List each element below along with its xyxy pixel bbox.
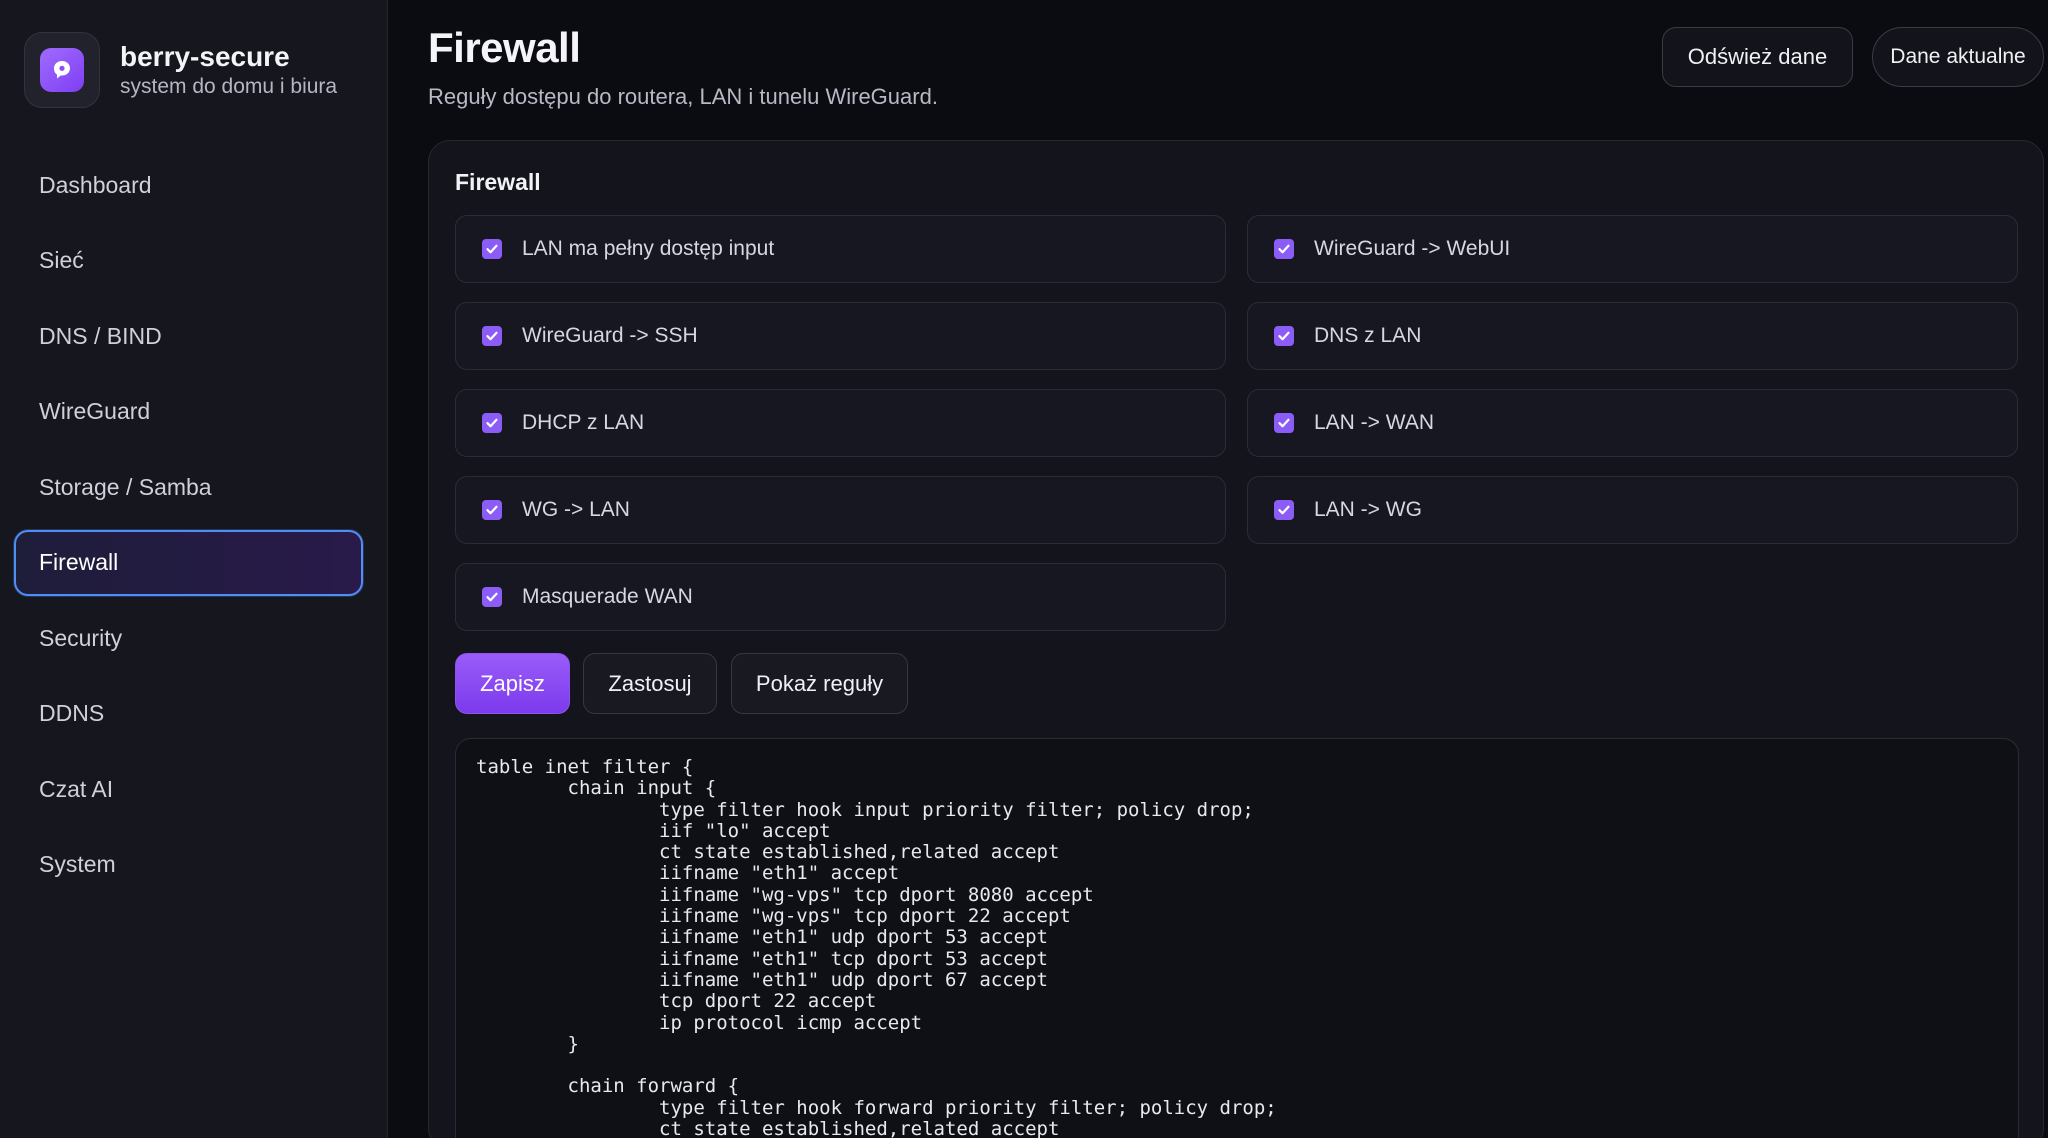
sidebar-item-wireguard[interactable]: WireGuard bbox=[14, 379, 363, 445]
sidebar-item-dashboard[interactable]: Dashboard bbox=[14, 152, 363, 218]
option-label: Masquerade WAN bbox=[522, 585, 693, 608]
option-masquerade-wan[interactable]: Masquerade WAN bbox=[455, 563, 1226, 631]
sidebar-nav: Dashboard Sieć DNS / BIND WireGuard Stor… bbox=[14, 152, 363, 907]
option-label: WireGuard -> WebUI bbox=[1314, 237, 1511, 260]
brand-name: berry-secure bbox=[120, 41, 290, 72]
option-label: WG -> LAN bbox=[522, 498, 630, 521]
checkbox-checked-icon[interactable] bbox=[482, 239, 502, 259]
checkbox-checked-icon[interactable] bbox=[482, 326, 502, 346]
sidebar-item-security[interactable]: Security bbox=[14, 605, 363, 671]
firewall-card: Firewall LAN ma pełny dostęp input WireG… bbox=[428, 140, 2044, 1138]
checkbox-checked-icon[interactable] bbox=[1274, 326, 1294, 346]
sidebar-item-system[interactable]: System bbox=[14, 832, 363, 898]
brand-logo bbox=[24, 32, 100, 108]
option-label: DNS z LAN bbox=[1314, 324, 1422, 347]
main-content: Firewall Reguły dostępu do routera, LAN … bbox=[388, 0, 2048, 1138]
show-rules-button[interactable]: Pokaż reguły bbox=[731, 653, 908, 714]
checkbox-checked-icon[interactable] bbox=[1274, 413, 1294, 433]
sidebar-item-dns-bind[interactable]: DNS / BIND bbox=[14, 303, 363, 369]
option-lan-wan[interactable]: LAN -> WAN bbox=[1247, 389, 2018, 457]
option-label: DHCP z LAN bbox=[522, 411, 645, 434]
status-badge: Dane aktualne bbox=[1872, 27, 2044, 87]
page-subtitle: Reguły dostępu do routera, LAN i tunelu … bbox=[428, 84, 938, 109]
checkbox-checked-icon[interactable] bbox=[1274, 239, 1294, 259]
brand: berry-secure system do domu i biura bbox=[24, 32, 337, 108]
refresh-button[interactable]: Odśwież dane bbox=[1662, 27, 1853, 87]
option-label: LAN -> WAN bbox=[1314, 411, 1434, 434]
page-title: Firewall bbox=[428, 24, 581, 71]
shield-logo-icon bbox=[40, 48, 84, 92]
option-label: WireGuard -> SSH bbox=[522, 324, 698, 347]
option-wireguard-webui[interactable]: WireGuard -> WebUI bbox=[1247, 215, 2018, 283]
app-root: berry-secure system do domu i biura Dash… bbox=[0, 0, 2048, 1138]
card-title: Firewall bbox=[455, 169, 541, 195]
checkbox-checked-icon[interactable] bbox=[482, 587, 502, 607]
brand-subtitle: system do domu i biura bbox=[120, 75, 338, 98]
option-wg-lan[interactable]: WG -> LAN bbox=[455, 476, 1226, 544]
option-lan-full-input[interactable]: LAN ma pełny dostęp input bbox=[455, 215, 1226, 283]
sidebar-item-firewall[interactable]: Firewall bbox=[14, 529, 363, 596]
checkbox-checked-icon[interactable] bbox=[482, 500, 502, 520]
sidebar: berry-secure system do domu i biura Dash… bbox=[0, 0, 388, 1138]
option-dhcp-lan[interactable]: DHCP z LAN bbox=[455, 389, 1226, 457]
option-label: LAN ma pełny dostęp input bbox=[522, 237, 775, 260]
sidebar-item-siec[interactable]: Sieć bbox=[14, 228, 363, 294]
sidebar-item-czat-ai[interactable]: Czat AI bbox=[14, 756, 363, 822]
checkbox-checked-icon[interactable] bbox=[1274, 500, 1294, 520]
rules-output: table inet filter { chain input { type f… bbox=[455, 738, 2019, 1138]
sidebar-item-ddns[interactable]: DDNS bbox=[14, 681, 363, 747]
sidebar-item-storage-samba[interactable]: Storage / Samba bbox=[14, 454, 363, 520]
save-button[interactable]: Zapisz bbox=[455, 653, 570, 714]
option-lan-wg[interactable]: LAN -> WG bbox=[1247, 476, 2018, 544]
option-label: LAN -> WG bbox=[1314, 498, 1422, 521]
option-wireguard-ssh[interactable]: WireGuard -> SSH bbox=[455, 302, 1226, 370]
apply-button[interactable]: Zastosuj bbox=[583, 653, 717, 714]
option-dns-lan[interactable]: DNS z LAN bbox=[1247, 302, 2018, 370]
checkbox-checked-icon[interactable] bbox=[482, 413, 502, 433]
